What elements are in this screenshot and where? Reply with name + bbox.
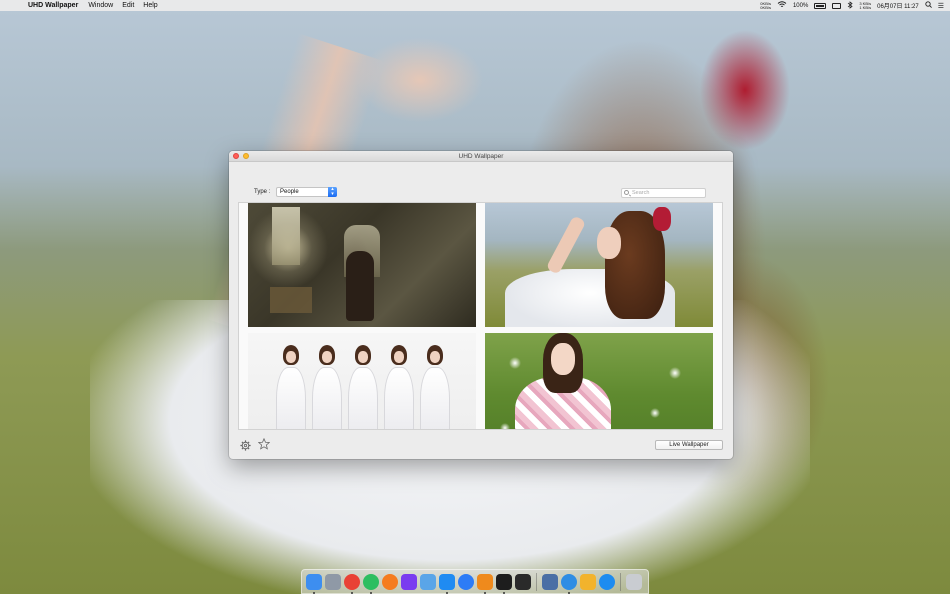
wallpaper-gallery[interactable] [238,202,723,430]
thumb-person [420,345,450,429]
downloads-icon[interactable] [542,573,558,590]
battery-icon[interactable] [814,2,827,9]
chevron-updown-icon: ▴ ▾ [328,187,337,197]
dock [301,569,649,594]
star-icon[interactable] [257,437,271,450]
books-icon[interactable] [382,573,398,590]
xcode-icon[interactable] [439,573,455,594]
search-placeholder: Search [632,190,650,196]
terminal-icon[interactable] [496,573,512,594]
safari-icon[interactable] [599,573,615,590]
preview-icon[interactable] [420,573,436,590]
input-source-icon[interactable] [832,2,842,9]
bluetooth-icon[interactable] [847,0,853,11]
menu-window[interactable]: Window [88,2,113,9]
thumb-person [276,345,306,429]
notification-center-icon[interactable]: ☰ [938,2,944,10]
launchpad-icon[interactable] [325,573,341,590]
type-select[interactable]: People ▴ ▾ [276,187,337,197]
app-menu[interactable]: UHD Wallpaper [28,2,78,9]
type-label: Type : [254,189,271,195]
dock-separator [536,572,537,591]
search-field[interactable]: Search [621,188,706,198]
clock[interactable]: 06月07日 11:27 [877,1,919,10]
sublime-icon[interactable] [477,573,493,594]
uhd-wallpaper-window: UHD Wallpaper Type : People ▴ ▾ Search L… [229,151,733,459]
thumb-window-light [272,207,300,265]
istat-icon[interactable] [401,573,417,590]
network-speed[interactable]: 0KB/s 0KB/s [760,1,771,10]
wallpaper-thumbnail[interactable] [248,333,476,429]
mweb-icon[interactable] [561,573,577,594]
thumb-face [597,227,621,259]
thumb-chair [270,287,312,313]
status-area: 0KB/s 0KB/s 100% 3 KB/s 1 KB/s 06月07日 11… [760,0,950,11]
menu-edit[interactable]: Edit [122,2,134,9]
live-wallpaper-button[interactable]: Live Wallpaper [655,440,723,450]
wallpaper-thumbnail[interactable] [485,333,713,429]
thumb-person [348,345,378,429]
activity-monitor-icon[interactable] [515,573,531,590]
wallpaper-thumbnail[interactable] [248,203,476,327]
finder-icon[interactable] [306,573,322,594]
bottom-bar: Live Wallpaper [229,434,733,454]
net-down-speed: 0KB/s [760,4,771,10]
wallpaper-thumbnail[interactable] [485,203,713,327]
title-bar[interactable]: UHD Wallpaper [229,151,733,162]
trash-icon[interactable] [626,573,642,590]
thumb-arm [545,215,587,275]
thumb-person [384,345,414,429]
thumb-face [551,343,575,375]
menu-bar: UHD Wallpaper Window Edit Help 0KB/s 0KB… [0,0,950,11]
thumb-figure [346,251,374,321]
evernote-icon[interactable] [363,573,379,594]
app-store-icon[interactable] [458,573,474,590]
photos-icon[interactable] [580,573,596,590]
dock-separator [620,572,621,591]
chrome-icon[interactable] [344,573,360,594]
gear-icon[interactable] [240,438,251,451]
search-icon [624,190,629,195]
net-stat-down: 1 KB/s [859,4,872,10]
thumb-bow [653,207,671,231]
wifi-icon[interactable] [777,1,787,10]
type-select-value: People [280,189,299,195]
thumb-person [312,345,342,429]
network-stats[interactable]: 3 KB/s 1 KB/s [859,1,872,10]
window-title: UHD Wallpaper [458,152,504,160]
battery-percent[interactable]: 100% [793,3,808,9]
search-icon[interactable] [925,1,932,10]
menu-help[interactable]: Help [143,2,157,9]
toolbar: Type : People ▴ ▾ Search [229,162,733,202]
